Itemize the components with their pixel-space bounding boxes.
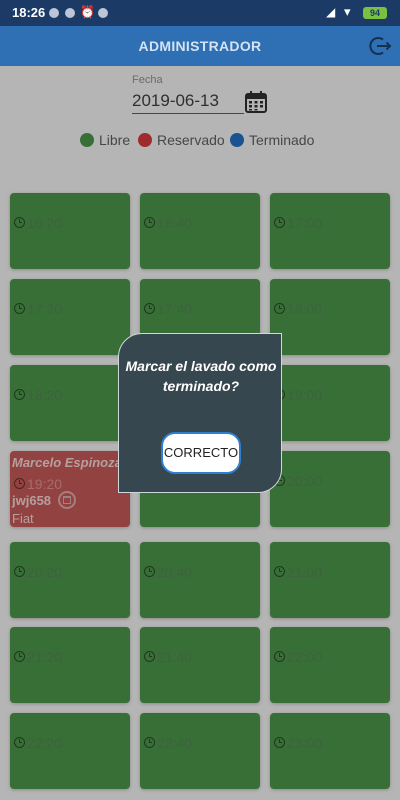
- notification-icon: [49, 8, 59, 18]
- alarm-icon: ⏰: [80, 5, 95, 19]
- status-time: 18:26: [12, 5, 46, 20]
- correcto-button[interactable]: CORRECTO: [161, 432, 241, 474]
- battery-icon: 94: [363, 7, 387, 19]
- notification-icon: [98, 8, 108, 18]
- app-bar: ADMINISTRADOR: [0, 26, 400, 66]
- wifi-icon: ▾: [344, 4, 351, 19]
- notification-icon: [65, 8, 75, 18]
- dialog-message-text: Marcar el lavado como terminado?: [125, 358, 277, 394]
- logout-icon[interactable]: [368, 34, 392, 58]
- page-title: ADMINISTRADOR: [138, 38, 262, 54]
- dialog-message: Marcar el lavado como terminado?: [119, 356, 283, 396]
- status-bar: 18:26 ⏰ ◢ ▾ 94: [0, 0, 400, 26]
- confirm-dialog: Marcar el lavado como terminado? CORRECT…: [118, 333, 282, 493]
- signal-icon: ◢: [326, 5, 336, 19]
